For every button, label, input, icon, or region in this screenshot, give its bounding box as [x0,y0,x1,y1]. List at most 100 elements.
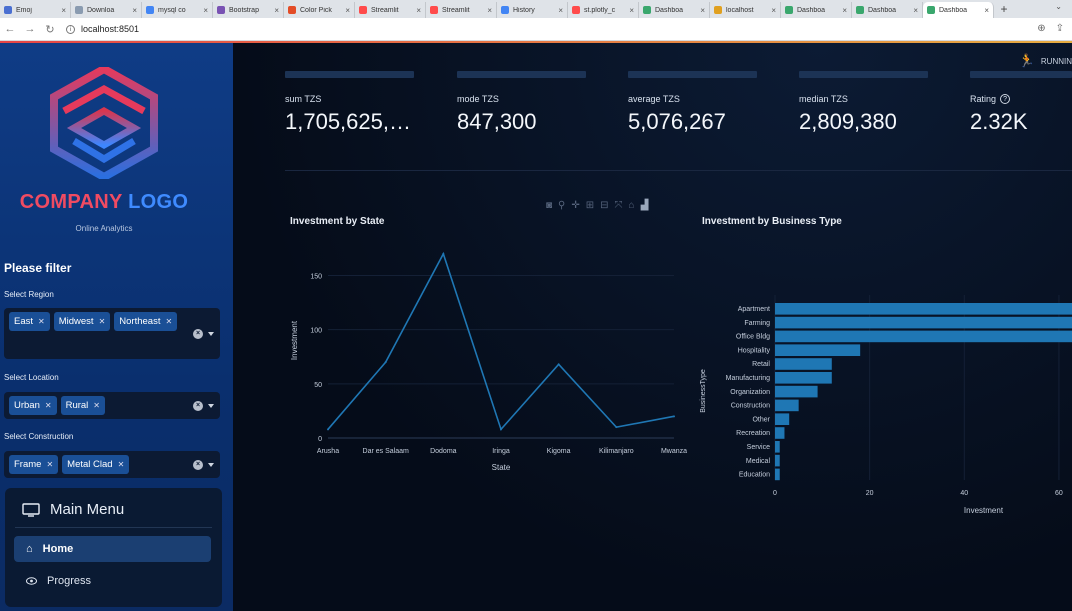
zoom-icon[interactable]: ⚲ [558,200,565,211]
browser-tab[interactable]: History × [497,2,568,18]
series-line[interactable] [327,251,675,431]
data-point[interactable] [557,363,560,366]
browser-tab[interactable]: Downloa × [71,2,142,18]
metric-value: 847,300 [457,109,537,134]
browser-tab[interactable]: Streamlit × [355,2,426,18]
browser-tab[interactable]: Dashboa × [923,2,994,18]
bar[interactable] [775,454,780,467]
chevron-down-icon[interactable] [208,403,214,408]
filter-chip[interactable]: Rural ✕ [60,396,105,415]
remove-chip-icon[interactable]: ✕ [45,401,52,410]
bar[interactable] [775,385,818,398]
close-tab-icon[interactable]: × [913,6,918,15]
back-icon[interactable]: ← [0,23,20,35]
browser-tab[interactable]: mysql co × [142,2,213,18]
help-icon[interactable]: ? [1000,94,1011,104]
browser-tab[interactable]: Dashboa × [639,2,710,18]
close-tab-icon[interactable]: × [61,6,66,15]
data-point[interactable] [500,428,502,431]
tab-search-icon[interactable]: ⌄ [1055,2,1062,11]
filter-chip[interactable]: East ✕ [9,312,50,331]
home-icon[interactable]: ⌂ [629,200,635,211]
close-tab-icon[interactable]: × [771,6,776,15]
favicon-icon [288,6,296,14]
data-point[interactable] [442,252,445,255]
bar[interactable] [775,330,1072,343]
filter-chip-label: Northeast [119,316,161,327]
browser-tab[interactable]: st.plotly_c × [568,2,639,18]
close-tab-icon[interactable]: × [558,6,563,15]
browser-tab[interactable]: Dashboa × [852,2,923,18]
browser-tab[interactable]: Streamlit × [426,2,497,18]
investment-by-state-chart[interactable]: 0 50 100 150 Arusha Dar es Salaam Dodoma Iringa… [283,233,687,483]
filter-chip[interactable]: Metal Clad ✕ [62,455,130,474]
filter-chip[interactable]: Midwest ✕ [53,312,111,331]
clear-icon[interactable]: × [193,459,203,470]
bar[interactable] [775,413,790,425]
data-point[interactable] [327,428,329,431]
close-tab-icon[interactable]: × [132,6,137,15]
close-tab-icon[interactable]: × [487,6,492,15]
browser-tab[interactable]: Emoj × [0,2,71,18]
close-tab-icon[interactable]: × [629,6,634,15]
bar[interactable] [775,316,1072,329]
bar[interactable] [775,468,780,481]
filter-chip[interactable]: Frame ✕ [9,455,59,474]
region-multiselect[interactable]: East ✕ Midwest ✕ Northeast ✕ × [4,308,220,359]
clear-icon[interactable]: × [193,400,203,411]
filter-chip[interactable]: Northeast ✕ [114,312,178,331]
remove-chip-icon[interactable]: ✕ [118,460,125,469]
site-info-icon[interactable]: i [66,24,75,34]
filter-chip[interactable]: Urban ✕ [9,396,57,415]
bar[interactable] [775,358,832,370]
browser-tab[interactable]: Bootstrap × [213,2,284,18]
location-multiselect[interactable]: Urban ✕ Rural ✕ × [4,392,220,419]
remove-chip-icon[interactable]: ✕ [99,317,106,326]
bar[interactable] [775,427,785,439]
close-tab-icon[interactable]: × [416,6,421,15]
close-tab-icon[interactable]: × [274,6,279,15]
y-tick-label: Retail [752,361,770,368]
close-tab-icon[interactable]: × [984,6,989,15]
menu-item-progress[interactable]: Progress [14,568,211,594]
close-tab-icon[interactable]: × [345,6,350,15]
bar[interactable] [775,344,861,356]
clear-icon[interactable]: × [193,328,203,339]
remove-chip-icon[interactable]: ✕ [93,401,100,410]
new-tab-button[interactable]: + [994,2,1014,18]
remove-chip-icon[interactable]: ✕ [46,460,53,469]
browser-tab[interactable]: localhost × [710,2,781,18]
metric-value: 1,705,625,… [285,109,411,134]
construction-multiselect[interactable]: Frame ✕ Metal Clad ✕ × [4,451,220,478]
close-tab-icon[interactable]: × [700,6,705,15]
bar[interactable] [775,372,832,384]
divider [285,170,1072,171]
remove-chip-icon[interactable]: ✕ [38,317,45,326]
share-icon[interactable]: ⇪ [1056,23,1064,34]
camera-icon[interactable]: ◙ [546,200,552,211]
zoom-icon[interactable]: ⊕ [1037,23,1045,34]
data-point[interactable] [673,415,675,418]
bar[interactable] [775,303,1072,315]
url-field[interactable]: i localhost:8501 [66,24,139,34]
zoom-out-icon[interactable]: ⊟ [600,200,608,211]
browser-tab[interactable]: Dashboa × [781,2,852,18]
bar[interactable] [775,399,799,412]
reload-icon[interactable]: ↻ [40,23,60,36]
browser-tab[interactable]: Color Pick × [284,2,355,18]
forward-icon[interactable]: → [20,23,40,35]
zoom-in-icon[interactable]: ⊞ [586,200,594,211]
close-tab-icon[interactable]: × [203,6,208,15]
data-point[interactable] [384,361,387,364]
remove-chip-icon[interactable]: ✕ [165,317,172,326]
close-tab-icon[interactable]: × [842,6,847,15]
y-tick-label: 150 [310,274,322,281]
menu-item-home[interactable]: ⌂ Home [14,536,211,562]
autoscale-icon[interactable]: ⤧ [615,200,623,211]
chevron-down-icon[interactable] [208,462,214,467]
chevron-down-icon[interactable] [208,331,214,336]
pan-icon[interactable]: ✛ [571,200,579,211]
bar[interactable] [775,441,780,453]
data-point[interactable] [615,426,618,429]
investment-by-business-chart[interactable]: 0 20 40 60 Apartment Farming Office Bldg Hospit… [693,233,1072,523]
